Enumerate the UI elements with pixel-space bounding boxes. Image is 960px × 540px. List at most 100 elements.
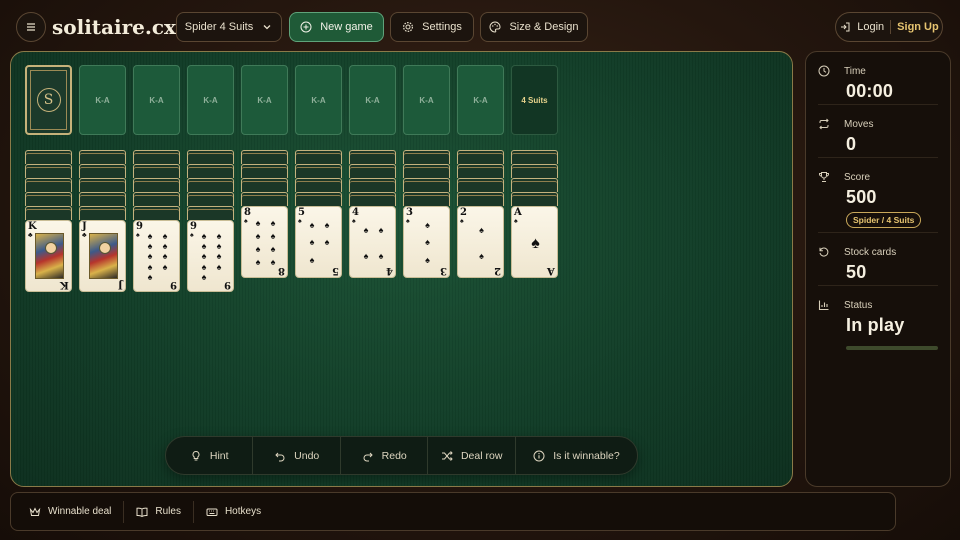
footer-bar: Winnable deal Rules Hotkeys xyxy=(10,492,896,531)
hotkeys-label: Hotkeys xyxy=(224,506,262,517)
face-down-card xyxy=(187,164,234,178)
foundation-slot[interactable]: K-A xyxy=(79,65,126,135)
card-pips: ♠ ♠ ♠ ♠ ♠ xyxy=(309,220,330,265)
stock-emblem: S xyxy=(36,88,61,112)
login-link[interactable]: Login xyxy=(857,21,884,33)
card-suit: ♠ xyxy=(460,218,464,225)
card-rank: 9 xyxy=(190,221,197,232)
card-suit: ♣ xyxy=(82,232,87,239)
login-icon xyxy=(839,21,851,33)
foundation-slot[interactable]: K-A xyxy=(133,65,180,135)
is-winnable-label: Is it winnable? xyxy=(553,449,620,462)
face-down-card xyxy=(403,164,450,178)
clock-icon xyxy=(818,65,830,77)
status-value: In play xyxy=(846,315,905,335)
face-down-card xyxy=(241,164,288,178)
card-suit: ♠ xyxy=(352,218,356,225)
face-up-card[interactable]: 4 ♠ 4 ♠ ♠ ♠ ♠ xyxy=(349,206,396,278)
redo-label: Redo xyxy=(381,449,407,462)
shuffle-icon xyxy=(441,450,453,462)
logo[interactable]: solitaire.cx xyxy=(52,11,176,43)
auth-group: Login Sign Up xyxy=(835,12,943,42)
keyboard-icon xyxy=(206,506,218,518)
face-down-card xyxy=(133,192,180,206)
foundation-slot[interactable]: K-A xyxy=(187,65,234,135)
face-down-card xyxy=(457,192,504,206)
moves-label: Moves xyxy=(844,118,874,130)
foundation-slot[interactable]: K-A xyxy=(295,65,342,135)
rules-button[interactable]: Rules xyxy=(124,501,193,523)
card-suit: ♠ xyxy=(190,232,194,239)
card-rank: 8 xyxy=(244,207,251,218)
face-down-card xyxy=(457,150,504,164)
face-up-card[interactable]: 5 ♠ 5 ♠ ♠ ♠ ♠ ♠ xyxy=(295,206,342,278)
gear-icon xyxy=(402,21,414,33)
variant-select[interactable]: Spider 4 Suits xyxy=(176,12,282,42)
hamburger-menu-icon xyxy=(25,21,37,33)
deal-row-button[interactable]: Deal row xyxy=(428,437,516,474)
deal-row-label: Deal row xyxy=(460,449,503,462)
face-down-card xyxy=(79,206,126,220)
redo-icon xyxy=(362,450,374,462)
time-label: Time xyxy=(844,65,866,77)
face-up-card[interactable]: 2 ♠ 2 ♠ ♠ xyxy=(457,206,504,278)
face-down-card xyxy=(187,150,234,164)
face-up-card[interactable]: 3 ♠ 3 ♠ ♠ ♠ xyxy=(403,206,450,278)
card-pips: ♠ ♠ xyxy=(479,224,484,261)
foundation-slot[interactable]: K-A xyxy=(349,65,396,135)
repeat-icon xyxy=(818,118,830,130)
size-design-label: Size & Design xyxy=(509,21,579,33)
face-down-card xyxy=(511,150,558,164)
face-down-card xyxy=(25,192,72,206)
palette-icon xyxy=(489,21,501,33)
court-card-art xyxy=(89,233,118,279)
auth-divider xyxy=(890,20,892,34)
face-down-card xyxy=(25,206,72,220)
status-stat: Status In play xyxy=(818,286,938,350)
card-suit: ♠ xyxy=(244,218,248,225)
face-down-card xyxy=(187,192,234,206)
face-up-card[interactable]: 8 ♠ 8 ♠ ♠ ♠ ♠ ♠ ♠ ♠ ♠ xyxy=(241,206,288,278)
redo-button[interactable]: Redo xyxy=(341,437,429,474)
is-winnable-button[interactable]: Is it winnable? xyxy=(516,437,637,474)
face-up-card[interactable]: 9 ♠ 9 ♠ ♠ ♠ ♠ ♠ ♠ ♠ ♠ ♠ xyxy=(133,220,180,292)
face-down-card xyxy=(241,192,288,206)
new-game-label: New game xyxy=(320,21,373,33)
foundation-slot[interactable]: K-A xyxy=(403,65,450,135)
settings-label: Settings xyxy=(422,21,462,33)
card-pips: ♠ ♠ ♠ ♠ ♠ ♠ ♠ ♠ ♠ xyxy=(201,230,222,283)
size-design-button[interactable]: Size & Design xyxy=(480,12,588,42)
stock-cards-label: Stock cards xyxy=(844,246,897,258)
stock-pile[interactable]: S xyxy=(25,65,72,135)
face-down-card xyxy=(349,164,396,178)
undo-button[interactable]: Undo xyxy=(253,437,341,474)
moves-value: 0 xyxy=(846,134,857,154)
card-rank-inverted: K xyxy=(60,279,69,290)
menu-button[interactable] xyxy=(16,12,46,42)
card-pips: ♠ ♠ ♠ ♠ ♠ ♠ ♠ ♠ ♠ xyxy=(147,230,168,283)
new-game-button[interactable]: New game xyxy=(289,12,384,42)
card-rank-inverted: J xyxy=(118,279,123,290)
card-pips: ♠ ♠ ♠ ♠ xyxy=(363,224,384,261)
stats-panel: Time 00:00 Moves 0 Score 500 Spider / 4 … xyxy=(805,51,951,487)
face-down-card xyxy=(403,178,450,192)
foundation-slot[interactable]: K-A xyxy=(457,65,504,135)
face-down-card xyxy=(79,192,126,206)
face-down-card xyxy=(511,178,558,192)
hint-button[interactable]: Hint xyxy=(166,437,254,474)
foundation-slot[interactable]: K-A xyxy=(241,65,288,135)
face-up-card[interactable]: 9 ♠ 9 ♠ ♠ ♠ ♠ ♠ ♠ ♠ ♠ ♠ xyxy=(187,220,234,292)
book-icon xyxy=(136,506,148,518)
winnable-deal-button[interactable]: Winnable deal xyxy=(17,501,123,523)
bar-chart-icon xyxy=(818,299,830,311)
card-suit: ♠ xyxy=(406,218,410,225)
settings-button[interactable]: Settings xyxy=(390,12,474,42)
face-down-card xyxy=(349,178,396,192)
time-stat: Time 00:00 xyxy=(818,52,938,105)
face-up-card[interactable]: J ♣ J xyxy=(79,220,126,292)
signup-link[interactable]: Sign Up xyxy=(897,21,939,33)
face-up-card[interactable]: K ♣ K xyxy=(25,220,72,292)
hotkeys-button[interactable]: Hotkeys xyxy=(194,501,273,523)
face-up-card[interactable]: A ♠ A ♠ xyxy=(511,206,558,278)
rules-label: Rules xyxy=(155,506,181,517)
